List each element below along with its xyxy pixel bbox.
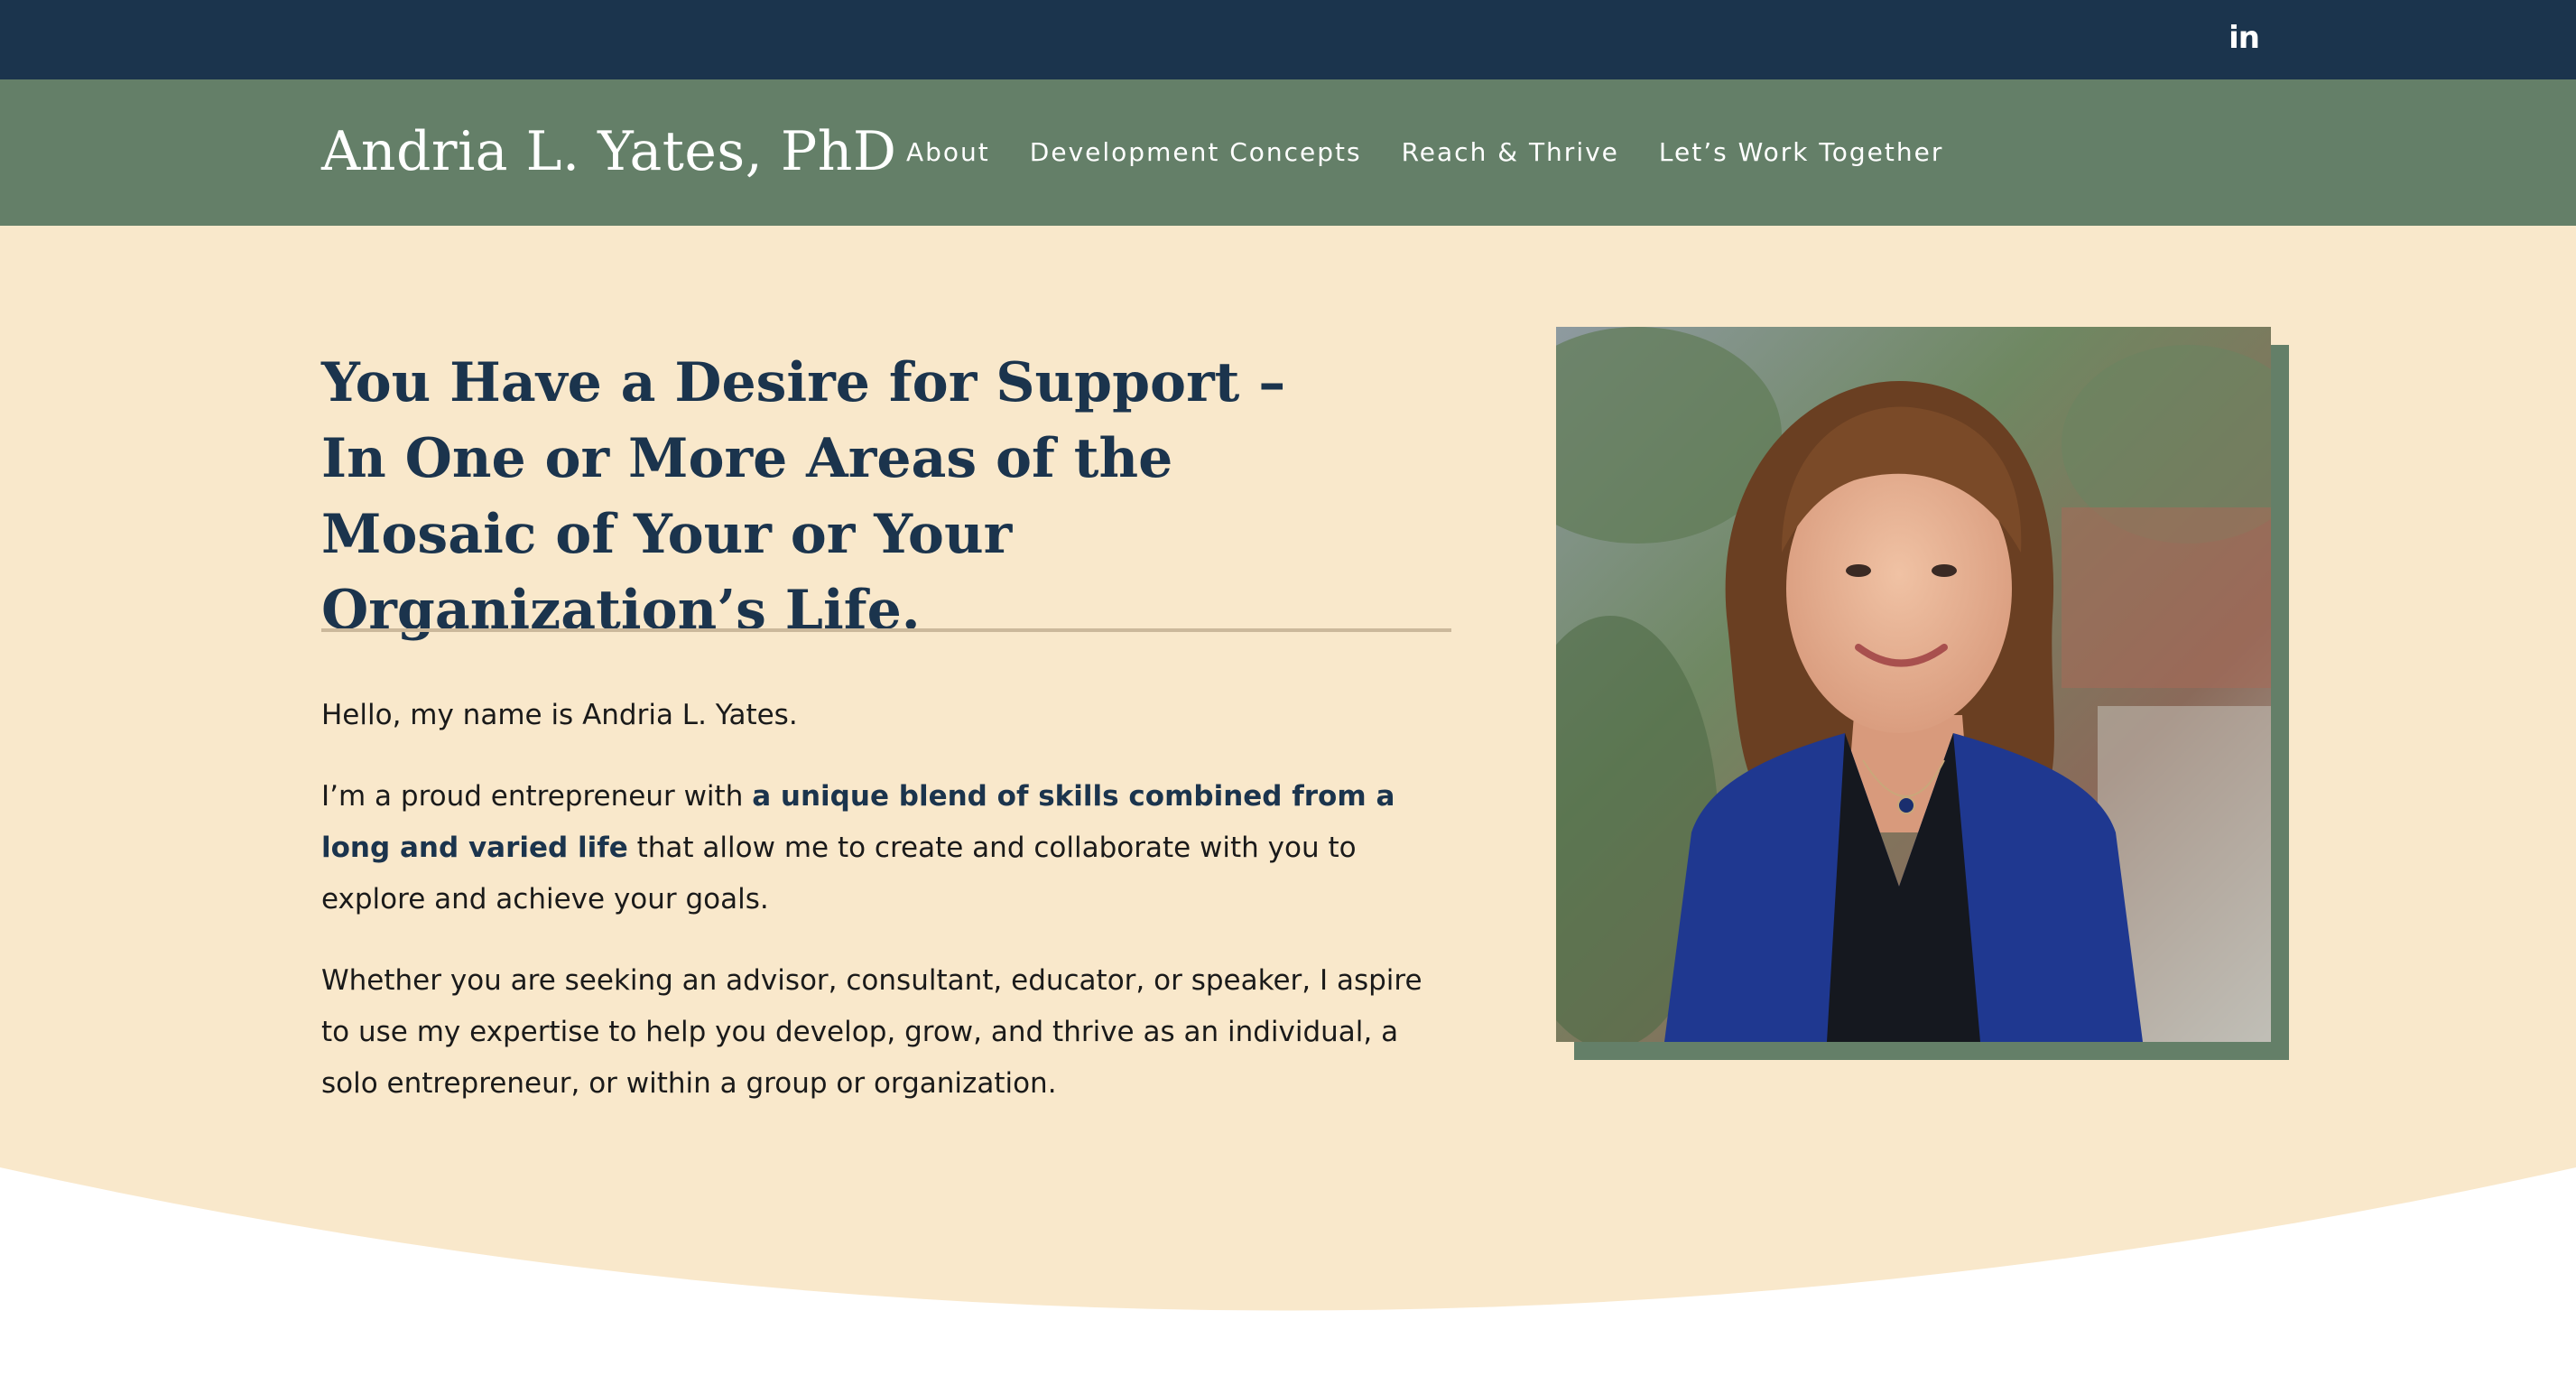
top-bar: in: [0, 0, 2576, 79]
site-title[interactable]: Andria L. Yates, PhD: [321, 116, 896, 188]
nav-about[interactable]: About: [906, 135, 990, 170]
portrait-photo: [1556, 327, 2271, 1042]
skills-paragraph: I’m a proud entrepreneur with a unique b…: [321, 771, 1459, 925]
nav-development-concepts[interactable]: Development Concepts: [1030, 135, 1362, 170]
site-header: Andria L. Yates, PhD About Development C…: [0, 79, 2576, 226]
hero-body: Hello, my name is Andria L. Yates. I’m a…: [321, 690, 1459, 1139]
portrait-illustration: [1556, 327, 2271, 1042]
nav-lets-work-together[interactable]: Let’s Work Together: [1659, 135, 1943, 170]
hero-headline: You Have a Desire for Support – In One o…: [321, 345, 1296, 648]
services-paragraph: Whether you are seeking an advisor, cons…: [321, 964, 1422, 1100]
intro-paragraph: Hello, my name is Andria L. Yates.: [321, 699, 798, 731]
headline-divider: [321, 628, 1451, 632]
main-nav: About Development Concepts Reach & Thriv…: [906, 135, 1943, 170]
skills-text-before: I’m a proud entrepreneur with: [321, 780, 753, 813]
hero-bottom-curve: [0, 1147, 2576, 1385]
linkedin-icon[interactable]: in: [2228, 22, 2260, 54]
nav-reach-and-thrive[interactable]: Reach & Thrive: [1402, 135, 1619, 170]
headline-bold: You Have a Desire for Support: [321, 351, 1240, 414]
